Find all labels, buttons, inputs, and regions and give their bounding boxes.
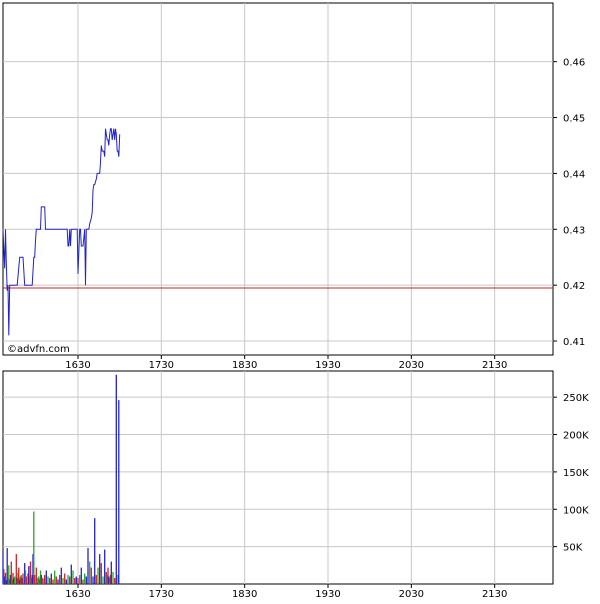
volume-panel: 50K 100K 150K 200K 250K 1630 1730 1830 1930 2030… <box>2 370 589 600</box>
volume-panel-frame <box>2 370 554 585</box>
price-panel: 0.41 0.42 0.43 0.44 0.45 0.46 1630 1730 1830 193… <box>2 2 585 371</box>
price-y-tick-label: 0.45 <box>563 114 585 125</box>
price-y-tick-label: 0.44 <box>563 169 585 180</box>
volume-y-tick-label: 100K <box>563 505 589 516</box>
price-y-tick-label: 0.46 <box>563 58 585 69</box>
volume-x-tick-label: 1930 <box>315 589 340 600</box>
price-x-tick-label: 1730 <box>149 360 174 371</box>
volume-x-tick-label: 2130 <box>482 589 507 600</box>
price-y-tick-label: 0.42 <box>563 281 585 292</box>
volume-y-tick-label: 250K <box>563 393 589 404</box>
chart-svg: 0.41 0.42 0.43 0.44 0.45 0.46 1630 1730 1830 193… <box>2 2 589 600</box>
price-x-tick-label: 1830 <box>232 360 257 371</box>
volume-y-tick-label: 200K <box>563 431 589 442</box>
price-y-tick-label: 0.41 <box>563 337 585 348</box>
volume-x-tick-label: 1630 <box>65 589 90 600</box>
price-x-tick-label: 2030 <box>399 360 424 371</box>
price-x-tick-label: 1930 <box>315 360 340 371</box>
price-x-axis: 1630 1730 1830 1930 2030 2130 <box>65 355 507 371</box>
watermark: ©advfn.com <box>7 344 70 355</box>
price-x-tick-label: 1630 <box>65 360 90 371</box>
volume-y-tick-label: 50K <box>563 543 583 554</box>
volume-x-axis: 1630 1730 1830 1930 2030 2130 <box>65 584 507 600</box>
volume-x-tick-label: 1730 <box>149 589 174 600</box>
price-panel-frame <box>2 2 554 356</box>
volume-x-tick-label: 1830 <box>232 589 257 600</box>
stock-chart: 0.41 0.42 0.43 0.44 0.45 0.46 1630 1730 1830 193… <box>0 0 600 600</box>
price-y-tick-label: 0.43 <box>563 225 585 236</box>
volume-y-tick-label: 150K <box>563 468 589 479</box>
volume-x-tick-label: 2030 <box>399 589 424 600</box>
volume-y-axis: 50K 100K 150K 200K 250K <box>553 393 589 554</box>
price-y-axis: 0.41 0.42 0.43 0.44 0.45 0.46 <box>553 58 585 348</box>
price-x-tick-label: 2130 <box>482 360 507 371</box>
